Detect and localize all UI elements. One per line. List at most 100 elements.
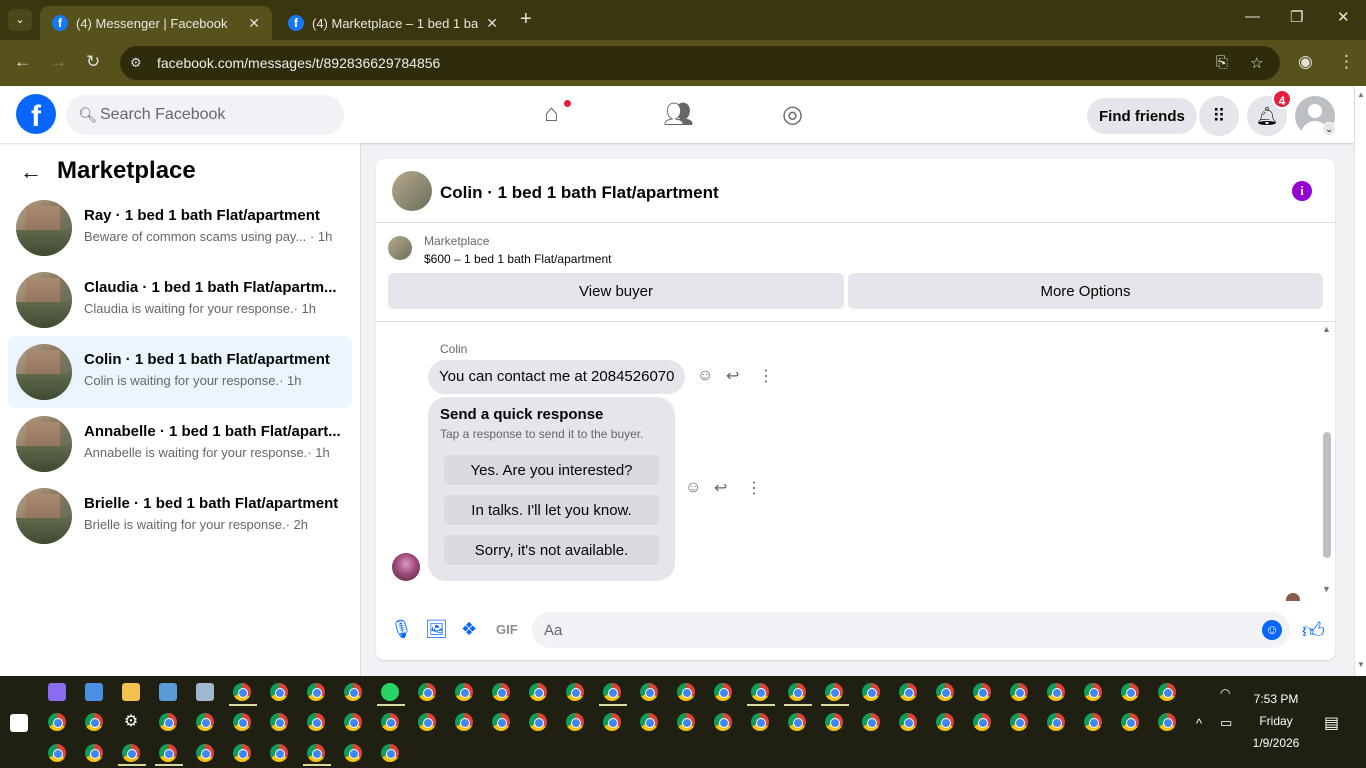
chat-listing-avatar[interactable]	[392, 171, 432, 211]
chrome-taskbar-icon[interactable]	[159, 713, 177, 731]
chrome-taskbar-icon[interactable]	[344, 683, 362, 701]
friends-icon[interactable]: 👥︎	[663, 100, 693, 129]
profile-icon[interactable]: ◉	[1298, 52, 1313, 72]
chrome-taskbar-icon[interactable]	[307, 744, 325, 762]
chrome-taskbar-icon[interactable]	[788, 683, 806, 701]
chrome-taskbar-icon[interactable]	[418, 683, 436, 701]
chrome-taskbar-icon[interactable]	[529, 713, 547, 731]
new-tab-icon[interactable]: +	[520, 8, 532, 31]
install-app-icon[interactable]: ⎘	[1216, 54, 1228, 71]
reply-icon[interactable]: ↩	[714, 478, 727, 498]
settings-gear-icon[interactable]: ⚙	[122, 713, 140, 731]
more-icon[interactable]: ⋮	[758, 366, 774, 386]
maximize-icon[interactable]: ❐	[1290, 8, 1303, 26]
page-scrollbar[interactable]: ▲ ▼	[1354, 86, 1366, 676]
chrome-taskbar-icon[interactable]	[233, 683, 251, 701]
chrome-taskbar-icon[interactable]	[492, 713, 510, 731]
omnibox[interactable]: ⚙ facebook.com/messages/t/89283662978485…	[120, 46, 1280, 80]
quick-response-option[interactable]: In talks. I'll let you know.	[444, 495, 659, 525]
tab-marketplace[interactable]: f (4) Marketplace – 1 bed 1 bath ✕	[276, 6, 510, 40]
scroll-up-icon[interactable]: ▲	[1357, 90, 1365, 99]
chrome-taskbar-icon[interactable]	[1158, 713, 1176, 731]
more-options-button[interactable]: More Options	[848, 273, 1323, 309]
conversation-item[interactable]: Claudia · 1 bed 1 bath Flat/apartm... Cl…	[8, 264, 352, 336]
home-icon[interactable]: ⌂	[544, 100, 559, 128]
chrome-taskbar-icon[interactable]	[862, 683, 880, 701]
chrome-taskbar-icon[interactable]	[492, 683, 510, 701]
chrome-taskbar-icon[interactable]	[640, 683, 658, 701]
chrome-taskbar-icon[interactable]	[899, 713, 917, 731]
chrome-taskbar-icon[interactable]	[418, 713, 436, 731]
tab-messenger[interactable]: f (4) Messenger | Facebook ✕	[40, 6, 272, 40]
scroll-down-icon[interactable]: ▼	[1357, 660, 1365, 669]
battery-icon[interactable]: ▭	[1220, 715, 1232, 731]
chrome-taskbar-icon[interactable]	[862, 713, 880, 731]
chrome-taskbar-icon[interactable]	[751, 683, 769, 701]
chrome-taskbar-icon[interactable]	[270, 744, 288, 762]
chrome-taskbar-icon[interactable]	[270, 713, 288, 731]
reply-icon[interactable]: ↩	[726, 366, 739, 386]
quick-response-option[interactable]: Sorry, it's not available.	[444, 535, 659, 565]
chevron-down-icon[interactable]: ⌄	[1322, 122, 1336, 136]
thumbs-up-icon[interactable]: 👍︎	[1302, 617, 1325, 644]
chrome-taskbar-icon[interactable]	[381, 713, 399, 731]
chrome-taskbar-icon[interactable]	[455, 683, 473, 701]
chrome-taskbar-icon[interactable]	[1121, 683, 1139, 701]
chrome-taskbar-icon[interactable]	[677, 713, 695, 731]
chrome-taskbar-icon[interactable]	[788, 713, 806, 731]
conversation-item[interactable]: Ray · 1 bed 1 bath Flat/apartment Beware…	[8, 192, 352, 264]
forward-icon[interactable]: →	[50, 52, 67, 72]
tray-chevron-up-icon[interactable]: ^	[1196, 716, 1202, 731]
back-arrow-icon[interactable]: ←	[20, 159, 42, 185]
chrome-taskbar-icon[interactable]	[159, 744, 177, 762]
sticker-icon[interactable]: ❖	[461, 619, 477, 640]
chrome-taskbar-icon[interactable]	[196, 713, 214, 731]
info-icon[interactable]: i	[1292, 181, 1312, 201]
chrome-taskbar-icon[interactable]	[1047, 683, 1065, 701]
photo-icon[interactable]: 🖼︎	[425, 619, 448, 640]
react-emoji-icon[interactable]: ☺	[697, 367, 713, 385]
search-box[interactable]: 🔍︎	[66, 95, 344, 135]
chrome-taskbar-icon[interactable]	[936, 683, 954, 701]
notification-center-icon[interactable]: ▤	[1324, 713, 1339, 733]
chrome-taskbar-icon[interactable]	[307, 683, 325, 701]
chrome-taskbar-icon[interactable]	[455, 713, 473, 731]
chrome-taskbar-icon[interactable]	[48, 744, 66, 762]
reload-icon[interactable]: ↻	[86, 52, 100, 72]
chrome-taskbar-icon[interactable]	[936, 713, 954, 731]
chrome-taskbar-icon[interactable]	[566, 683, 584, 701]
view-buyer-button[interactable]: View buyer	[388, 273, 844, 309]
back-icon[interactable]: ←	[14, 52, 31, 72]
chrome-taskbar-icon[interactable]	[751, 713, 769, 731]
chrome-taskbar-icon[interactable]	[381, 744, 399, 762]
emoji-icon[interactable]: ☺	[1262, 620, 1282, 640]
chrome-taskbar-icon[interactable]	[196, 744, 214, 762]
find-friends-button[interactable]: Find friends	[1087, 98, 1197, 134]
chrome-taskbar-icon[interactable]	[640, 713, 658, 731]
listing-price[interactable]: $600 – 1 bed 1 bath Flat/apartment	[424, 252, 611, 266]
close-tab-icon[interactable]: ✕	[486, 15, 498, 32]
file-explorer-icon[interactable]	[122, 683, 140, 701]
chrome-taskbar-icon[interactable]	[344, 713, 362, 731]
message-bubble[interactable]: You can contact me at 2084526070	[428, 360, 686, 394]
browser-menu-icon[interactable]: ⋮	[1338, 52, 1355, 72]
more-icon[interactable]: ⋮	[746, 478, 762, 498]
conversation-item[interactable]: Annabelle · 1 bed 1 bath Flat/apart... A…	[8, 408, 352, 480]
chrome-taskbar-icon[interactable]	[85, 744, 103, 762]
groups-icon[interactable]: ◎	[782, 100, 803, 129]
chrome-taskbar-icon[interactable]	[677, 683, 695, 701]
chrome-taskbar-icon[interactable]	[1084, 683, 1102, 701]
chrome-taskbar-icon[interactable]	[603, 683, 621, 701]
chrome-taskbar-icon[interactable]	[1121, 713, 1139, 731]
bookmark-star-icon[interactable]: ☆	[1250, 54, 1263, 72]
search-input[interactable]	[100, 95, 330, 135]
chrome-taskbar-icon[interactable]	[122, 744, 140, 762]
chrome-taskbar-icon[interactable]	[1158, 683, 1176, 701]
react-emoji-icon[interactable]: ☺	[685, 479, 701, 497]
chrome-taskbar-icon[interactable]	[85, 713, 103, 731]
clock-time[interactable]: 7:53 PM	[1244, 692, 1308, 706]
notepad-icon[interactable]	[196, 683, 214, 701]
close-window-icon[interactable]: ✕	[1337, 8, 1350, 26]
conversation-item-selected[interactable]: Colin · 1 bed 1 bath Flat/apartment Coli…	[8, 336, 352, 408]
chrome-taskbar-icon[interactable]	[973, 713, 991, 731]
